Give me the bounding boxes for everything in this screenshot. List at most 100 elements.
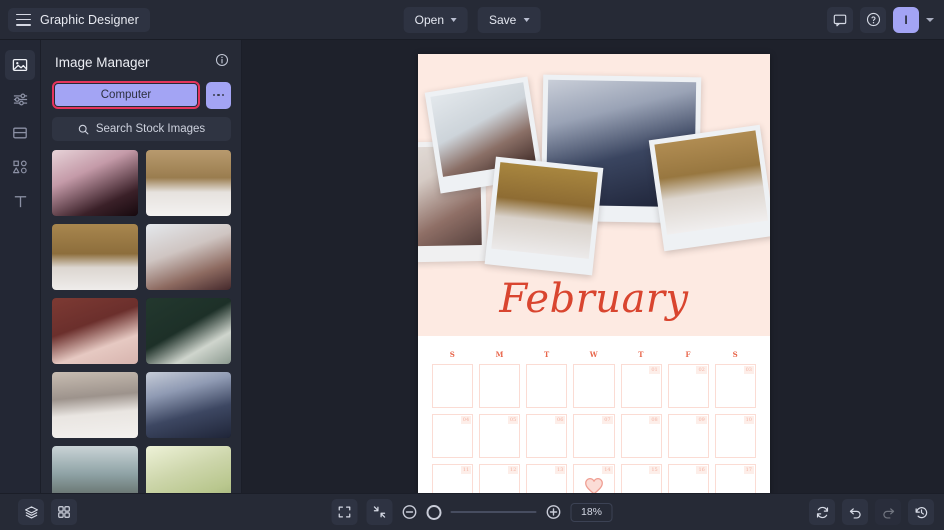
search-placeholder: Search Stock Images (95, 123, 206, 135)
rail-item-shapes[interactable] (5, 152, 35, 182)
rail-item-adjustments[interactable] (5, 84, 35, 114)
calendar-day-12[interactable]: 12 (479, 464, 521, 493)
panel-header: Image Manager (41, 40, 241, 81)
thumbnail-image (52, 298, 138, 364)
shapes-icon (13, 160, 27, 174)
design-page[interactable]: February S M T W T F S 01 02 03 04 05 06 07 08 09 10 11 1… (418, 54, 770, 493)
calendar-day-09[interactable]: 09 (667, 414, 709, 458)
search-stock-images-input[interactable]: Search Stock Images (52, 117, 231, 141)
grid-icon (58, 506, 70, 518)
info-circle-icon (215, 53, 229, 67)
calendar-day-17[interactable]: 17 (714, 464, 756, 493)
comment-button[interactable] (827, 6, 853, 33)
thumb-portrait-flash[interactable] (52, 150, 138, 216)
day-number: 06 (555, 416, 566, 424)
thumb-couple-formal[interactable] (145, 372, 231, 438)
app-root: Graphic Designer Open Save I Image Manag… (0, 0, 944, 530)
app-body: Image Manager Computer Search Stock Imag… (0, 40, 944, 493)
calendar-day-16[interactable]: 16 (667, 464, 709, 493)
fit-screen-button[interactable] (331, 499, 358, 525)
calendar-day-14[interactable]: 14 (573, 464, 615, 493)
app-menu-button[interactable]: Graphic Designer (8, 7, 150, 32)
fit-screen-icon (338, 506, 351, 518)
chevron-down-icon (523, 17, 530, 22)
thumbnail-image (52, 372, 138, 438)
computer-source-button[interactable]: Computer (55, 84, 197, 106)
calendar-day-03[interactable]: 03 (714, 364, 756, 408)
calendar-day-empty[interactable] (526, 364, 568, 408)
zoom-level-value[interactable]: 18% (570, 502, 613, 522)
heart-sticker-icon[interactable] (574, 465, 613, 493)
thumb-couple-hug-white[interactable] (145, 224, 231, 290)
avatar[interactable]: I (893, 6, 919, 33)
calendar-weekday-header: SMTWTFS (432, 350, 756, 359)
info-button[interactable] (215, 53, 229, 72)
calendar-day-11[interactable]: 11 (432, 464, 474, 493)
calendar-grid: 01 02 03 04 05 06 07 08 09 10 11 12 13 14 15 16 17 (432, 364, 756, 493)
history-button[interactable] (908, 499, 934, 525)
zoom-out-button[interactable] (402, 504, 418, 520)
zoom-slider-handle[interactable] (426, 504, 442, 520)
thumb-love-letters-bed[interactable] (145, 150, 231, 216)
calendar-day-02[interactable]: 02 (667, 364, 709, 408)
calendar-day-04[interactable]: 04 (432, 414, 474, 458)
layers-button[interactable] (18, 499, 44, 525)
redo-button[interactable] (875, 499, 901, 525)
thumb-couple-bed-gold[interactable] (52, 224, 138, 290)
month-title: February (499, 276, 689, 322)
photo-love-letters-right[interactable] (648, 124, 770, 252)
calendar-day-13[interactable]: 13 (526, 464, 568, 493)
day-number: 16 (696, 466, 707, 474)
day-number: 11 (460, 466, 472, 474)
rail-item-images[interactable] (5, 50, 35, 80)
text-icon (14, 195, 26, 207)
thumb-couple-dark-red[interactable] (52, 298, 138, 364)
day-number: 08 (649, 416, 660, 424)
account-chevron-down-icon[interactable] (926, 17, 934, 22)
save-button[interactable]: Save (478, 6, 541, 33)
day-number: 10 (743, 416, 754, 424)
rail-item-layout[interactable] (5, 118, 35, 148)
thumbnail-image (52, 446, 138, 493)
more-options-button[interactable] (206, 81, 231, 109)
zoom-slider-track[interactable] (450, 511, 537, 513)
sliders-icon (13, 93, 27, 105)
photo-couple-bed-gold[interactable] (484, 156, 604, 276)
calendar-day-empty[interactable] (573, 364, 615, 408)
calendar-day-empty[interactable] (432, 364, 474, 408)
zoom-in-button[interactable] (546, 504, 562, 520)
help-button[interactable] (860, 6, 886, 33)
calendar-day-15[interactable]: 15 (620, 464, 662, 493)
calendar-day-01[interactable]: 01 (620, 364, 662, 408)
thumb-beach-sunset[interactable] (52, 446, 138, 493)
thumb-portrait-dark-green[interactable] (145, 298, 231, 364)
day-number: 05 (507, 416, 519, 424)
rail-item-text[interactable] (5, 186, 35, 216)
thumb-cocktail-glass[interactable] (145, 446, 231, 493)
reset-button[interactable] (809, 499, 835, 525)
calendar-day-06[interactable]: 06 (526, 414, 568, 458)
thumb-robes-bed[interactable] (52, 372, 138, 438)
more-horizontal-icon (212, 93, 216, 97)
file-actions: Open Save (403, 6, 541, 33)
calendar-day-10[interactable]: 10 (714, 414, 756, 458)
grid-view-button[interactable] (51, 499, 77, 525)
open-button[interactable]: Open (403, 6, 468, 33)
calendar-day-05[interactable]: 05 (479, 414, 521, 458)
frame-icon (13, 127, 27, 139)
history-controls (809, 499, 934, 525)
calendar-day-08[interactable]: 08 (620, 414, 662, 458)
photo-image (491, 162, 598, 259)
undo-button[interactable] (842, 499, 868, 525)
image-manager-panel: Image Manager Computer Search Stock Imag… (41, 40, 242, 493)
calendar: S M T W T F S 01 02 03 04 05 06 07 08 09 10 11 12 13 14 15 16… (432, 350, 756, 493)
image-icon (12, 58, 28, 72)
day-number: 03 (743, 366, 754, 374)
canvas-workspace[interactable]: February S M T W T F S 01 02 03 04 05 06 07 08 09 10 11 1… (242, 40, 944, 493)
day-number: 12 (507, 466, 519, 474)
calendar-day-07[interactable]: 07 (573, 414, 615, 458)
shrink-button[interactable] (366, 499, 393, 525)
calendar-day-empty[interactable] (479, 364, 521, 408)
history-icon (915, 506, 927, 518)
weekday-1: M (495, 350, 504, 359)
